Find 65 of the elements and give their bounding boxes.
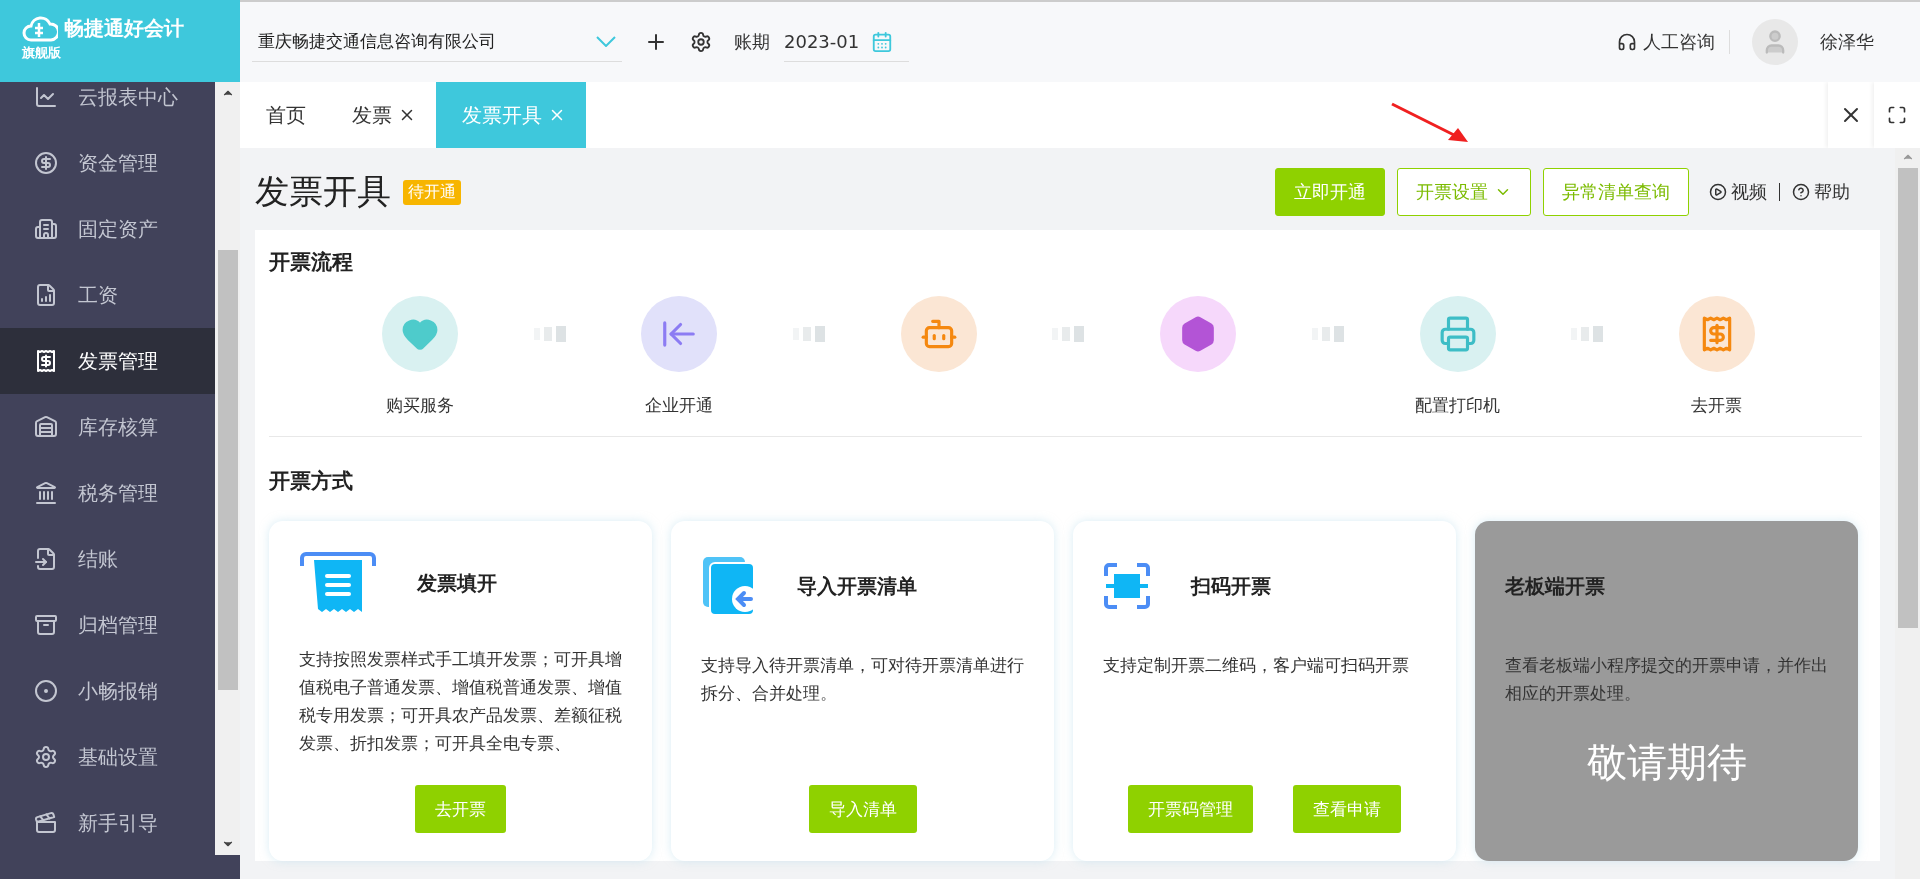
film-icon <box>34 811 58 835</box>
sidebar-item[interactable]: 基础设置 <box>0 724 215 790</box>
step-label: 去开票 <box>1691 394 1743 417</box>
card-description: 支持定制开票二维码，客户端可扫码开票 <box>1103 654 1410 677</box>
card-description: 查看老板端小程序提交的开票申请，并作出相应的开票处理。 <box>1505 654 1828 705</box>
receipt-icon <box>34 349 58 373</box>
line-chart-icon <box>34 85 58 109</box>
circle-icon <box>34 679 58 703</box>
sidebar-item[interactable]: 新手引导 <box>0 790 215 856</box>
step-label: 配置打印机 <box>1415 394 1500 417</box>
help-link[interactable]: 帮助 <box>1814 180 1850 204</box>
user-name[interactable]: 徐泽华 <box>1820 30 1874 54</box>
receipt-icon <box>299 552 377 614</box>
sidebar-item[interactable]: 固定资产 <box>0 196 215 262</box>
card-description: 支持导入待开票清单，可对待开票清单进行拆分、合并处理。 <box>701 654 1024 705</box>
card-title: 发票填开 <box>417 569 497 597</box>
page-scrollbar[interactable] <box>1895 148 1920 879</box>
sidebar-item[interactable]: 小畅报销 <box>0 658 215 724</box>
section-title: 开票流程 <box>269 249 354 276</box>
settings-icon[interactable] <box>690 31 712 53</box>
house-icon <box>34 415 58 439</box>
step-label: 企业开通 <box>645 394 714 417</box>
coming-soon-label: 敬请期待 <box>1586 738 1747 787</box>
calendar-icon <box>871 30 894 53</box>
edition-label: 旗舰版 <box>22 44 62 62</box>
card-title: 导入开票清单 <box>797 572 917 600</box>
card-description: 支持按照发票样式手工填开发票；可开具增值税电子普通发票、增值税普通发票、增值税专用发票；可开具农产品发票、差额征税发票、折扣发票；可开具全电专票、 <box>299 648 622 755</box>
video-link[interactable]: 视频 <box>1731 180 1767 204</box>
archive-icon <box>34 613 58 637</box>
gear-icon <box>34 745 58 769</box>
play-icon <box>1709 183 1727 201</box>
period-label: 账期 <box>734 30 770 54</box>
support-link[interactable]: 人工咨询 <box>1643 30 1715 54</box>
app-name: 畅捷通好会计 <box>64 14 184 42</box>
chevron-down-icon <box>596 36 616 47</box>
sidebar-item[interactable]: 库存核算 <box>0 394 215 460</box>
company-select[interactable]: 重庆畅捷交通信息咨询有限公司 <box>252 22 622 62</box>
sidebar-item[interactable]: 工资 <box>0 262 215 328</box>
headset-icon <box>1617 32 1637 52</box>
section-title: 开票方式 <box>269 468 354 495</box>
sidebar-item[interactable]: 归档管理 <box>0 592 215 658</box>
sidebar-item[interactable]: 税务管理 <box>0 460 215 526</box>
page-title: 发票开具 <box>255 170 391 213</box>
avatar[interactable] <box>1752 19 1798 65</box>
scan-icon <box>1103 562 1151 610</box>
status-tag: 待开通 <box>403 179 461 205</box>
cloud-logo-icon <box>22 14 58 42</box>
bank-icon <box>34 481 58 505</box>
fullscreen-icon <box>1887 105 1907 125</box>
sidebar-item[interactable]: 发票管理 <box>0 328 215 394</box>
period-field[interactable]: 2023-01 <box>784 22 910 62</box>
step-label: 购买服务 <box>386 394 454 417</box>
sidebar-scrollbar[interactable] <box>215 82 240 855</box>
close-tabs-button[interactable] <box>1828 82 1874 148</box>
sidebar-item[interactable]: 云报表中心 <box>0 82 215 130</box>
building-icon <box>34 217 58 241</box>
help-icon <box>1792 183 1810 201</box>
sidebar-item[interactable]: 资金管理 <box>0 130 215 196</box>
card-title: 扫码开票 <box>1191 572 1271 600</box>
sidebar-item[interactable]: 结账 <box>0 526 215 592</box>
money-bag-icon <box>34 151 58 175</box>
report-icon <box>34 283 58 307</box>
document-arrow-icon <box>34 547 58 571</box>
printer-icon <box>1438 315 1477 353</box>
card-title: 老板端开票 <box>1505 572 1605 600</box>
